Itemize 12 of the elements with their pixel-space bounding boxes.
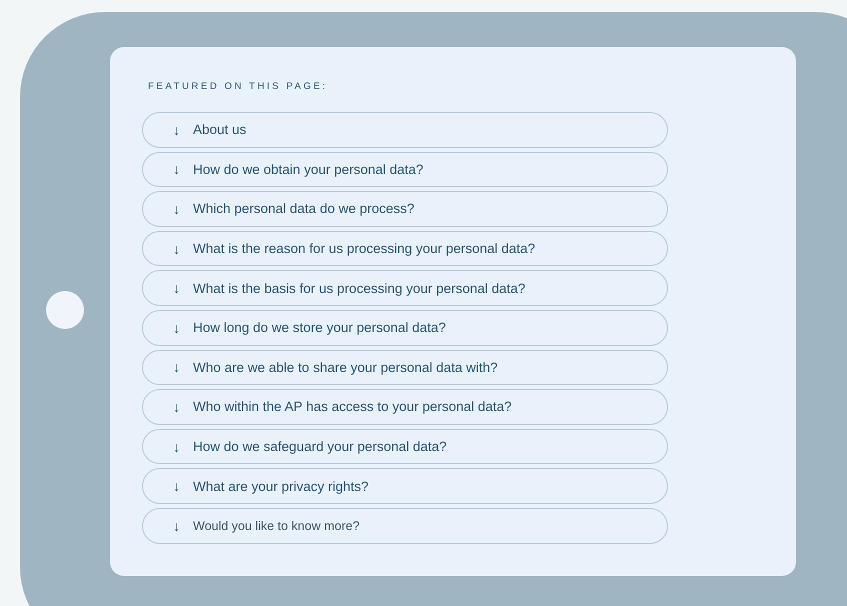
anchor-link[interactable]: ↓ How long do we store your personal data?	[142, 310, 668, 346]
anchor-link[interactable]: ↓ What are your privacy rights?	[142, 468, 668, 504]
anchor-link[interactable]: ↓ How do we obtain your personal data?	[142, 152, 668, 188]
anchor-link[interactable]: ↓ Which personal data do we process?	[142, 191, 668, 227]
anchor-link[interactable]: ↓ Who are we able to share your personal data with?	[142, 350, 668, 386]
anchor-link[interactable]: ↓ How do we safeguard your personal data?	[142, 428, 668, 464]
anchor-link[interactable]: ↓ What is the basis for us processing your personal data?	[142, 270, 668, 306]
anchor-link[interactable]: ↓ Would you like to know more?	[142, 508, 668, 544]
section-heading: FEATURED ON THIS PAGE:	[148, 81, 329, 92]
anchor-link[interactable]: ↓ About us	[142, 112, 668, 148]
anchor-link[interactable]: ↓ Who within the AP has access to your personal data?	[142, 389, 668, 425]
anchor-link[interactable]: ↓ What is the reason for us processing your personal data?	[142, 230, 668, 266]
